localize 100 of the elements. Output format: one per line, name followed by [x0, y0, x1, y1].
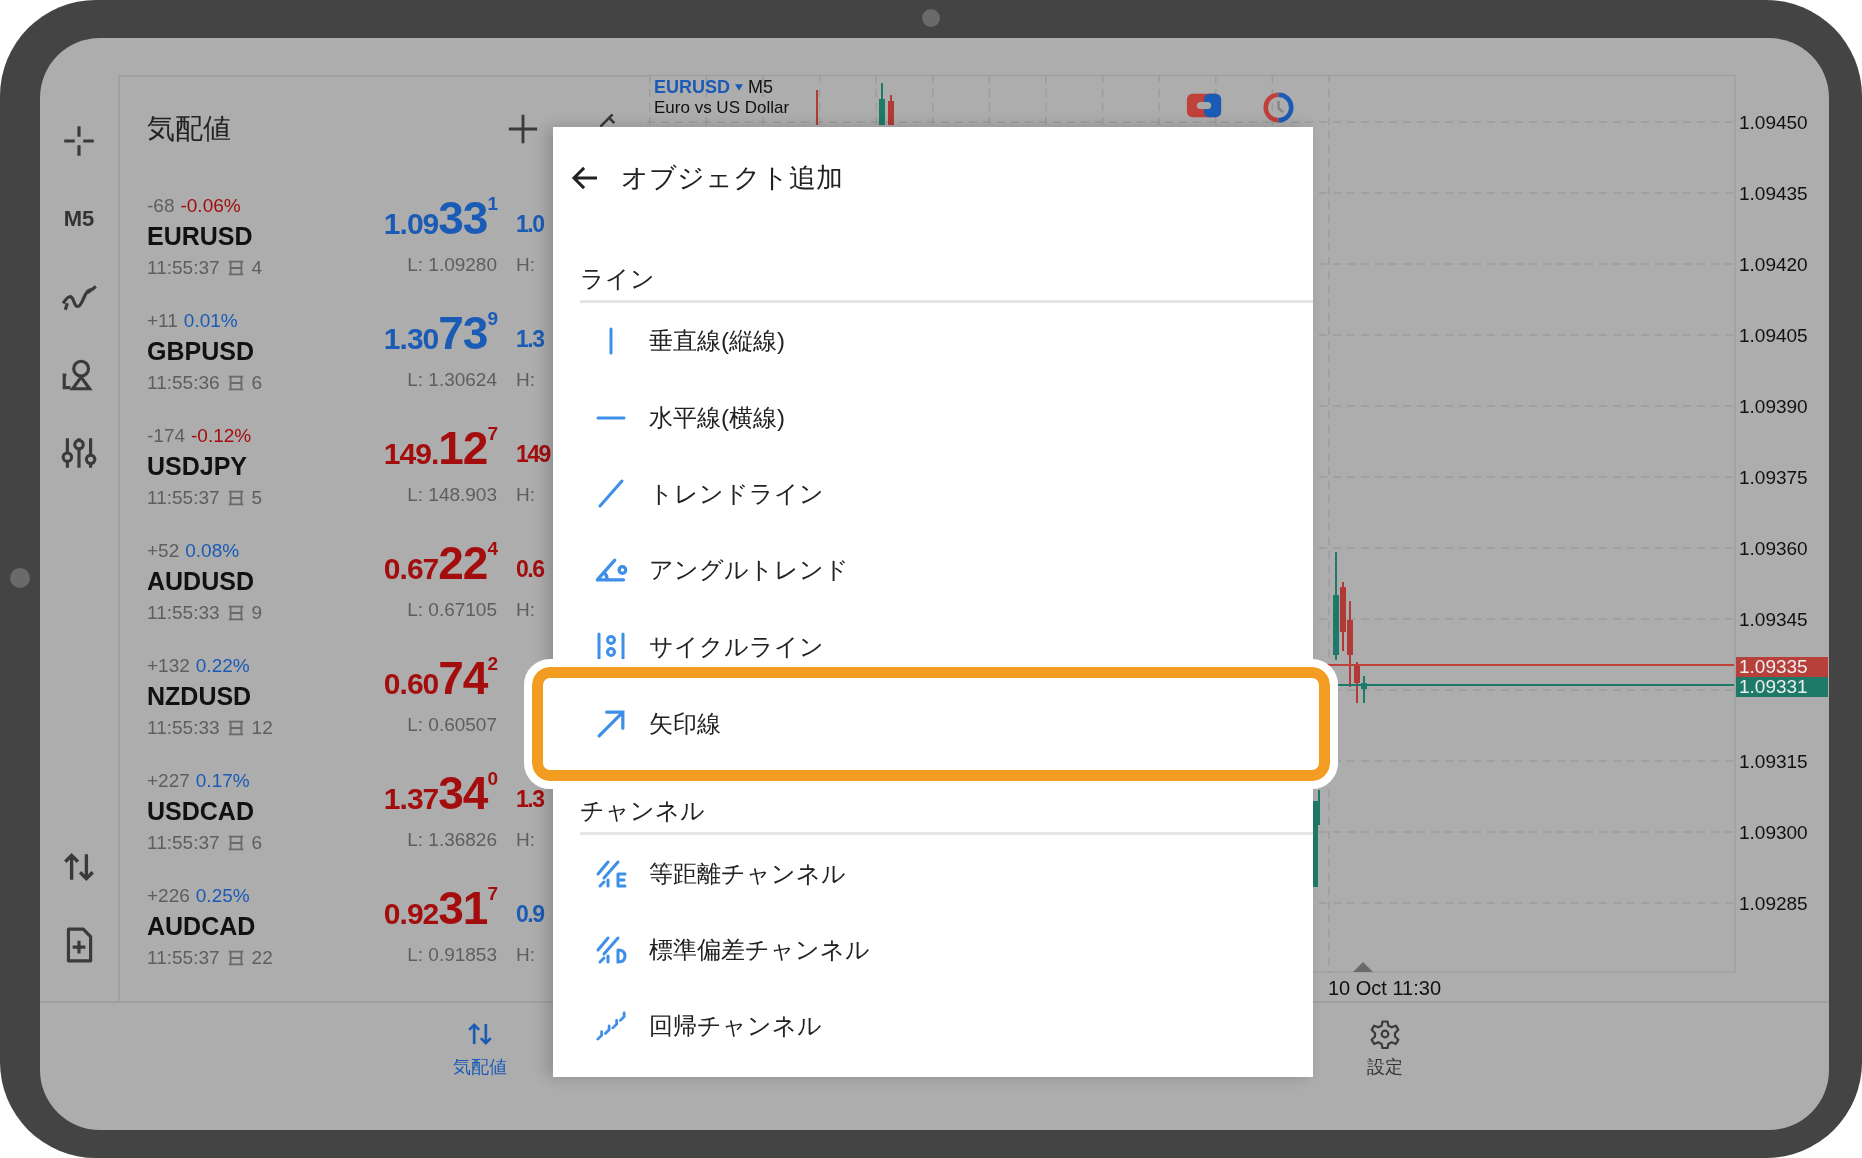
vertical-line-icon — [609, 327, 613, 356]
dialog-title: オブジェクト追加 — [621, 162, 843, 195]
high-price: H: — [516, 943, 535, 967]
menu-item[interactable]: 矢印線 — [524, 658, 1338, 790]
high-price: H: — [516, 368, 535, 392]
change-percent: 0.01% — [183, 310, 238, 332]
price-label: 1.09315 — [1738, 750, 1809, 774]
nav-tab[interactable]: 設定 — [1325, 1003, 1445, 1130]
spread-value: 6 — [251, 832, 263, 854]
symbol-name: EURUSD — [147, 221, 254, 252]
low-price: L: 0.91853 — [407, 943, 497, 967]
trade-icon[interactable] — [1186, 92, 1222, 119]
panel-title: 気配値 — [147, 112, 231, 146]
channel-icon — [595, 859, 627, 888]
low-price: L: 0.67105 — [407, 598, 497, 622]
candle — [879, 82, 885, 126]
symbol-name: AUDCAD — [147, 911, 257, 942]
back-arrow-icon[interactable] — [571, 166, 599, 190]
spread-icon — [226, 719, 245, 737]
timeframe-button[interactable]: M5 — [63, 200, 95, 238]
price-label: 1.09435 — [1738, 182, 1809, 206]
quote-time: 11:55:37 — [147, 832, 220, 854]
price-label: 1.09375 — [1738, 466, 1809, 490]
section-title: ライン — [580, 265, 655, 292]
spread-value: 6 — [251, 372, 263, 394]
candle — [888, 94, 894, 126]
menu-item[interactable]: 標準偏差チャンネル — [553, 911, 1313, 989]
high-price: H: — [516, 483, 535, 507]
change-points: +11 — [147, 310, 178, 332]
menu-item[interactable]: トレンドライン — [553, 455, 1313, 533]
price-tag: 1.09335 — [1736, 656, 1828, 677]
angle-icon — [594, 558, 628, 583]
high-price: H: — [516, 253, 535, 277]
spread-icon — [226, 834, 245, 852]
quote-time: 11:55:37 — [147, 947, 220, 969]
time-axis-label: 10 Oct 11:30 — [1328, 977, 1442, 999]
symbol-name: GBPUSD — [147, 336, 255, 367]
price-label: 1.09360 — [1738, 537, 1809, 561]
bid-price: 149.12$^{7}$ — [383, 421, 497, 475]
spread-value: 12 — [251, 717, 273, 739]
change-percent: 0.17% — [195, 770, 250, 792]
quote-time: 11:55:36 — [147, 372, 220, 394]
change-percent: -0.06% — [180, 195, 241, 217]
price-label: 1.09285 — [1738, 892, 1809, 916]
high-price: H: — [516, 828, 535, 852]
quote-time: 11:55:37 — [147, 487, 220, 509]
chart-timeframe: M5 — [748, 77, 774, 98]
chart-description: Euro vs US Dollar — [654, 98, 790, 118]
quote-time: 11:55:33 — [147, 602, 220, 624]
bid-price: 0.6722$^{4}$ — [383, 536, 497, 590]
add-icon[interactable] — [506, 112, 540, 146]
spread-icon — [226, 949, 245, 967]
spread-icon — [226, 374, 245, 392]
spread-icon — [226, 489, 245, 507]
symbol-name: NZDUSD — [147, 681, 253, 712]
change-percent: 0.22% — [195, 655, 250, 677]
price-label: 1.09300 — [1738, 821, 1809, 845]
menu-item[interactable]: 回帰チャンネル — [553, 988, 1313, 1065]
price-tag: 1.09331 — [1736, 676, 1828, 697]
horizontal-line-icon — [596, 415, 626, 420]
price-label: 1.09345 — [1738, 608, 1809, 632]
section-title: チャンネル — [580, 797, 705, 825]
low-price: L: 1.30624 — [407, 368, 497, 392]
menu-item[interactable]: アングルトレンド — [553, 532, 1313, 609]
cycle-lines-icon — [597, 631, 625, 662]
time-marker-icon — [1353, 962, 1373, 972]
price-label: 1.09390 — [1738, 395, 1809, 419]
symbol-name: USDCAD — [147, 796, 255, 827]
menu-item[interactable]: 水平線(横線) — [553, 379, 1313, 456]
change-points: +52 — [147, 540, 180, 562]
high-price: H: — [516, 598, 535, 622]
symbol-name: AUDUSD — [147, 566, 255, 597]
bid-price: 1.3073$^{9}$ — [383, 306, 497, 360]
change-points: +227 — [147, 770, 190, 792]
ask-price: 0.6 — [516, 555, 544, 584]
ask-price: 1.3 — [516, 325, 544, 354]
menu-item[interactable]: 等距離チャンネル — [553, 835, 1313, 912]
price-label: 1.09450 — [1738, 111, 1809, 135]
change-points: -174 — [147, 425, 186, 447]
low-price: L: 0.60507 — [407, 713, 497, 737]
low-price: L: 148.903 — [407, 483, 497, 507]
ask-price: 1.0 — [516, 210, 544, 239]
menu-item[interactable]: 垂直線(縦線) — [553, 303, 1313, 380]
low-price: L: 1.09280 — [407, 253, 497, 277]
change-percent: 0.25% — [195, 885, 250, 907]
step-dots-icon — [596, 1011, 626, 1042]
diagonal-line-icon — [598, 479, 624, 509]
clock-icon[interactable] — [1263, 92, 1294, 123]
dropdown-icon[interactable] — [735, 84, 743, 91]
bid-price: 0.9231$^{7}$ — [383, 881, 497, 935]
bid-price: 1.0933$^{1}$ — [383, 191, 497, 245]
camera-dot — [922, 9, 940, 27]
ask-price: 0.9 — [516, 900, 544, 929]
price-label: 1.09405 — [1738, 324, 1809, 348]
ask-price: 149 — [516, 440, 550, 469]
channel-icon — [595, 935, 627, 964]
settings-icon — [1370, 1019, 1400, 1049]
symbol-name: USDJPY — [147, 451, 249, 482]
spread-value: 5 — [251, 487, 263, 509]
spread-value: 4 — [251, 257, 263, 279]
